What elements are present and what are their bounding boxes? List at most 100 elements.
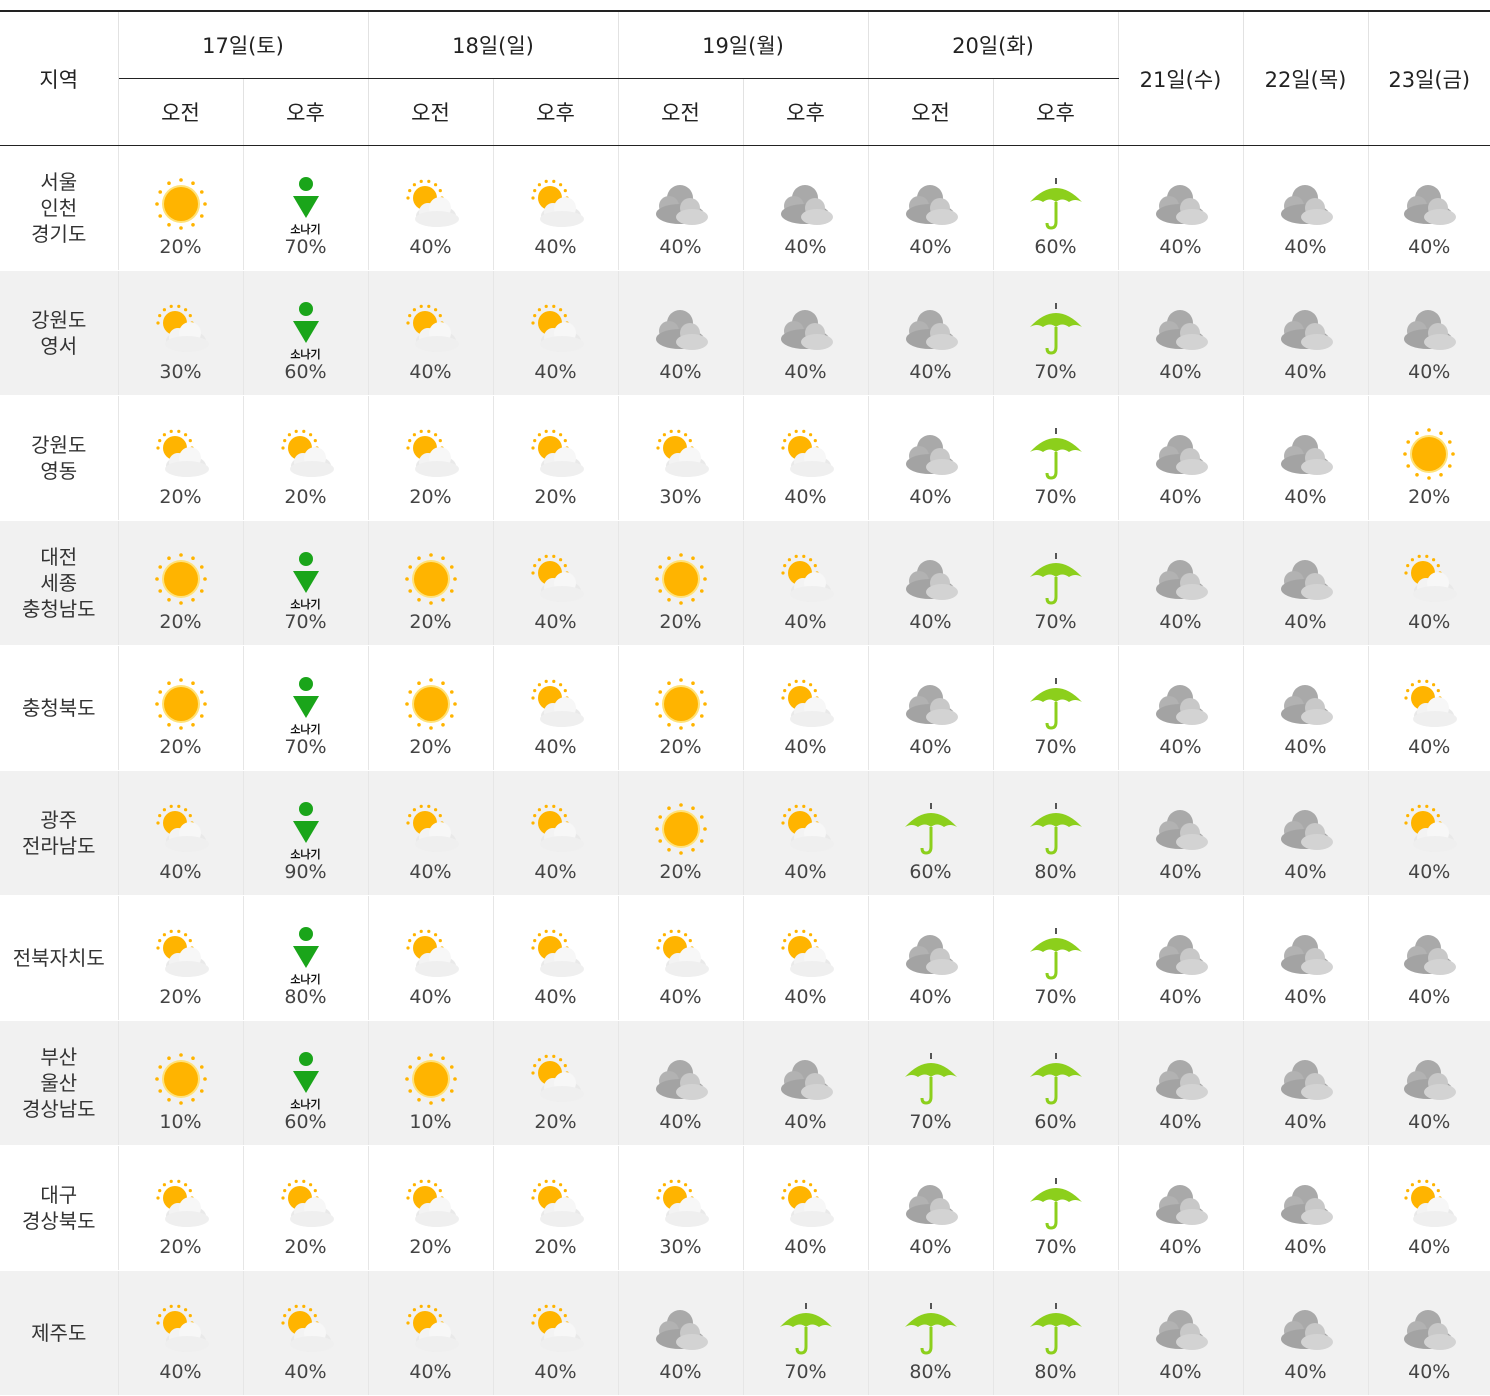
cloudy-icon <box>1150 801 1212 857</box>
cloudy-icon <box>1275 426 1337 482</box>
forecast-cell: 40% <box>867 895 993 1021</box>
precip-probability: 20% <box>284 1236 327 1258</box>
precip-probability: 80% <box>909 1361 952 1383</box>
forecast-cell: 80% <box>867 1270 993 1396</box>
sunny-icon <box>650 676 712 732</box>
partly-cloudy-icon <box>525 676 587 732</box>
forecast-cell: 40% <box>1367 1020 1490 1146</box>
forecast-cell: 40% <box>617 1020 743 1146</box>
forecast-cell: 소나기 70% <box>242 520 368 646</box>
day-header: 22일(목) <box>1242 11 1368 146</box>
rain-umbrella-icon <box>775 1301 837 1357</box>
precip-probability: 40% <box>909 1236 952 1258</box>
sunny-icon <box>150 551 212 607</box>
forecast-cell: 20% <box>617 645 743 771</box>
partly-cloudy-icon <box>775 676 837 732</box>
precip-probability: 40% <box>1408 986 1451 1008</box>
precip-probability: 40% <box>1408 1111 1451 1133</box>
partly-cloudy-icon <box>275 1176 337 1232</box>
day-header: 21일(수) <box>1117 11 1243 146</box>
day-header: 18일(일) <box>367 11 618 79</box>
forecast-cell: 20% <box>117 895 243 1021</box>
forecast-cell: 40% <box>367 145 493 271</box>
forecast-cell: 40% <box>1117 1145 1243 1271</box>
forecast-cell: 70% <box>992 270 1118 396</box>
cloudy-icon <box>1150 1051 1212 1107</box>
forecast-cell: 40% <box>1242 145 1368 271</box>
forecast-cell: 40% <box>492 645 618 771</box>
cloudy-icon <box>900 551 962 607</box>
forecast-cell: 40% <box>1242 395 1368 521</box>
precip-probability: 20% <box>659 861 702 883</box>
table-row: 강원도 영동 20% 20% 20% 20% 30% 40% 40% 70% 40% 40% 20% <box>0 395 1490 521</box>
partly-cloudy-icon <box>1398 551 1460 607</box>
region-name: 대전 세종 충청남도 <box>0 520 118 646</box>
forecast-cell: 40% <box>1117 645 1243 771</box>
partly-cloudy-icon <box>525 426 587 482</box>
rain-umbrella-icon <box>900 1301 962 1357</box>
precip-probability: 40% <box>1284 1111 1327 1133</box>
forecast-cell: 40% <box>1242 645 1368 771</box>
precip-probability: 30% <box>659 1236 702 1258</box>
shower-icon: 소나기 <box>275 551 337 611</box>
forecast-cell: 20% <box>617 520 743 646</box>
forecast-cell: 20% <box>367 520 493 646</box>
sunny-icon <box>650 551 712 607</box>
cloudy-icon <box>1398 176 1460 232</box>
precip-probability: 40% <box>534 236 577 258</box>
cloudy-icon <box>1398 1301 1460 1357</box>
precip-probability: 40% <box>284 1361 327 1383</box>
forecast-cell: 40% <box>492 1270 618 1396</box>
pm-header: 오후 <box>992 78 1118 146</box>
region-column-header: 지역 <box>0 11 119 146</box>
precip-probability: 40% <box>784 611 827 633</box>
cloudy-icon <box>1275 1301 1337 1357</box>
shower-label: 소나기 <box>290 348 321 361</box>
shower-label: 소나기 <box>290 723 321 736</box>
shower-icon: 소나기 <box>275 1051 337 1111</box>
forecast-cell: 40% <box>867 645 993 771</box>
partly-cloudy-icon <box>650 426 712 482</box>
forecast-cell: 70% <box>992 645 1118 771</box>
region-name: 대구 경상북도 <box>0 1145 118 1271</box>
cloudy-icon <box>775 1051 837 1107</box>
precip-probability: 40% <box>1284 611 1327 633</box>
forecast-cell: 60% <box>992 1020 1118 1146</box>
am-header: 오전 <box>617 78 743 146</box>
forecast-cell: 소나기 60% <box>242 270 368 396</box>
cloudy-icon <box>900 676 962 732</box>
forecast-cell: 40% <box>1242 1270 1368 1396</box>
forecast-cell: 40% <box>242 1270 368 1396</box>
cloudy-icon <box>1275 176 1337 232</box>
forecast-cell: 60% <box>867 770 993 896</box>
precip-probability: 20% <box>534 486 577 508</box>
table-row: 대구 경상북도 20% 20% 20% 20% 30% 40% 40% 70% 40% 40% 40% <box>0 1145 1490 1271</box>
partly-cloudy-icon <box>525 926 587 982</box>
rain-umbrella-icon <box>900 1051 962 1107</box>
precip-probability: 40% <box>1159 861 1202 883</box>
precip-probability: 30% <box>659 486 702 508</box>
precip-probability: 40% <box>409 1361 452 1383</box>
forecast-cell: 60% <box>992 145 1118 271</box>
shower-label: 소나기 <box>290 848 321 861</box>
forecast-cell: 40% <box>367 895 493 1021</box>
precip-probability: 20% <box>159 736 202 758</box>
cloudy-icon <box>900 926 962 982</box>
precip-probability: 70% <box>909 1111 952 1133</box>
forecast-cell: 70% <box>992 395 1118 521</box>
forecast-cell: 30% <box>117 270 243 396</box>
precip-probability: 40% <box>1408 861 1451 883</box>
day-header: 19일(월) <box>617 11 868 79</box>
rain-umbrella-icon <box>1025 1176 1087 1232</box>
region-name: 강원도 영서 <box>0 270 118 396</box>
precip-probability: 40% <box>534 361 577 383</box>
precip-probability: 40% <box>1284 986 1327 1008</box>
cloudy-icon <box>1398 1051 1460 1107</box>
precip-probability: 40% <box>534 1361 577 1383</box>
cloudy-icon <box>1275 1051 1337 1107</box>
partly-cloudy-icon <box>400 426 462 482</box>
precip-probability: 20% <box>159 486 202 508</box>
partly-cloudy-icon <box>400 926 462 982</box>
forecast-cell: 20% <box>117 1145 243 1271</box>
forecast-cell: 40% <box>492 270 618 396</box>
